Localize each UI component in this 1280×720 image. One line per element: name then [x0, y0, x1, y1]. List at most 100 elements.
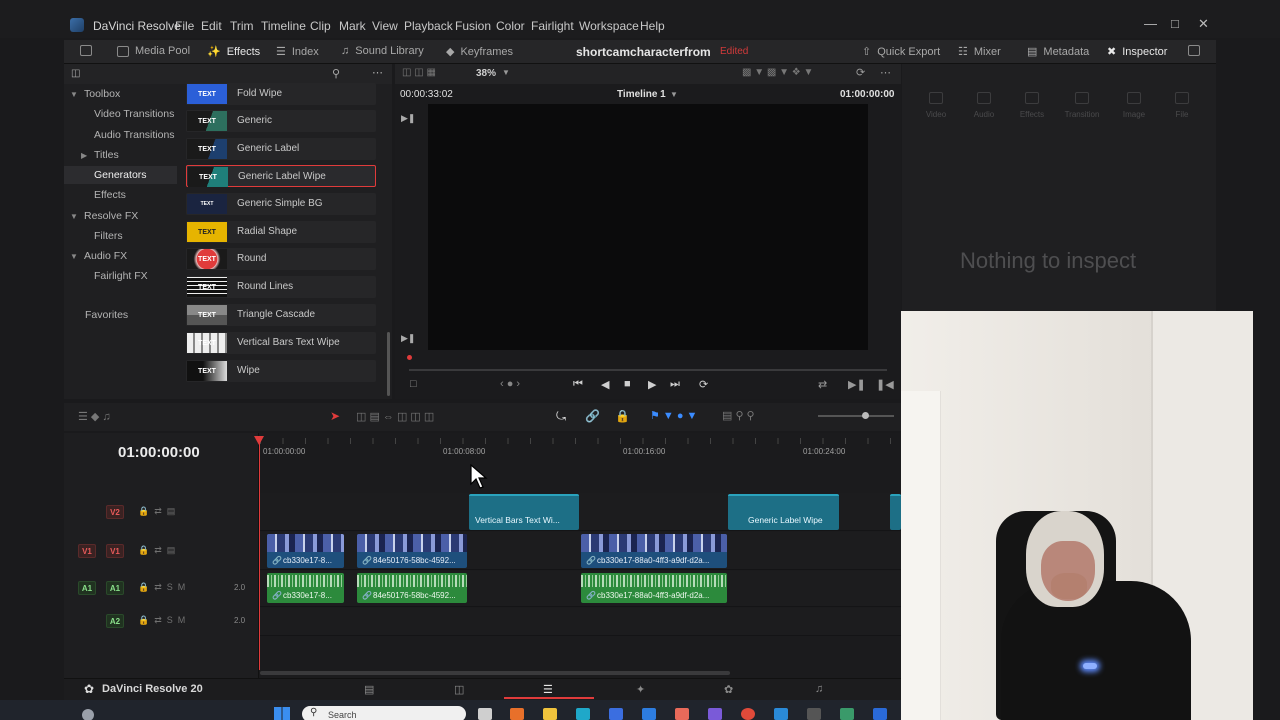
audio-tab-icon[interactable]	[977, 92, 991, 104]
quick-export-button[interactable]: ⇧ Quick Export	[862, 45, 940, 59]
clip-video-2[interactable]: 🔗 84e50176-58bc-4592...	[357, 534, 467, 568]
app-icon[interactable]	[774, 708, 788, 720]
last-frame-icon[interactable]: ⏭	[670, 378, 680, 391]
index-button[interactable]: ☰ Index	[276, 45, 319, 59]
tab-effects[interactable]: Effects	[1010, 110, 1054, 119]
effect-item-wipe[interactable]: TEXT Wipe	[186, 360, 376, 382]
sync-icon[interactable]: ⟳	[856, 66, 865, 79]
clip-audio-2[interactable]: 🔗 84e50176-58bc-4592...	[357, 573, 467, 603]
timeline-view-icon[interactable]: ☰ ◆ ♫	[78, 410, 111, 423]
chevron-down-icon[interactable]: ▼	[70, 252, 78, 261]
track-a1-label[interactable]: A1	[106, 581, 124, 595]
effect-item-generic-simple-bg[interactable]: TEXT Generic Simple BG	[186, 193, 376, 215]
zoom-slider-handle[interactable]	[862, 412, 869, 419]
keyframes-button[interactable]: ◆ Keyframes	[446, 45, 513, 59]
flag-icon[interactable]: ⚑ ▼ ● ▼	[650, 409, 697, 422]
taskbar-widget-icon[interactable]	[82, 709, 94, 720]
taskbar-search[interactable]: Search	[302, 706, 466, 720]
tree-favorites[interactable]: Favorites	[85, 309, 128, 321]
menu-edit[interactable]: Edit	[201, 19, 222, 33]
chrome-icon[interactable]	[741, 708, 755, 720]
sound-library-button[interactable]: ♫ Sound Library	[341, 45, 424, 57]
menu-workspace[interactable]: Workspace	[579, 19, 639, 33]
source-v1-label[interactable]: V1	[78, 544, 96, 558]
tree-generators[interactable]: Generators	[94, 169, 147, 181]
chevron-down-icon[interactable]: ▼	[670, 90, 678, 99]
clip-audio-3[interactable]: 🔗 cb330e17-88a0-4ff3-a9df-d2a...	[581, 573, 727, 603]
app-icon[interactable]	[840, 708, 854, 720]
library-scrollbar[interactable]	[387, 332, 390, 396]
menu-clip[interactable]: Clip	[310, 19, 331, 33]
tree-toolbox[interactable]: Toolbox	[84, 88, 120, 100]
effects-button[interactable]: ✨ Effects	[207, 45, 260, 59]
zoom-dropdown[interactable]: 38%	[476, 68, 496, 79]
fusion-page-icon[interactable]: ✦	[636, 683, 645, 696]
clip-title-partial[interactable]	[890, 494, 901, 530]
chevron-down-icon[interactable]: ▼	[70, 90, 78, 99]
track-v1-controls-icon[interactable]: 🔒 ⇄ ▤	[138, 545, 175, 556]
effect-item-round[interactable]: TEXT Round	[186, 248, 376, 270]
edge-icon[interactable]	[576, 708, 590, 720]
timeline-selector[interactable]: Timeline 1	[617, 89, 666, 100]
media-pool-button[interactable]: Media Pool	[117, 45, 190, 57]
menu-color[interactable]: Color	[496, 19, 525, 33]
menu-mark[interactable]: Mark	[339, 19, 366, 33]
loop-icon[interactable]: ⟳	[699, 378, 708, 391]
more-options-icon[interactable]: ⋯	[372, 66, 383, 79]
cut-page-icon[interactable]: ◫	[454, 683, 464, 696]
tree-fairlight-fx[interactable]: Fairlight FX	[94, 270, 148, 282]
color-page-icon[interactable]: ✿	[724, 683, 733, 696]
clip-video-1[interactable]: 🔗 cb330e17-8...	[267, 534, 344, 568]
match-frame-icon[interactable]: ⇄	[818, 378, 827, 391]
effect-item-triangle-cascade[interactable]: TEXT Triangle Cascade	[186, 304, 376, 326]
search-icon[interactable]: ⚲	[332, 67, 340, 80]
next-edit-icon[interactable]: ▶❚	[848, 378, 866, 391]
app-icon[interactable]	[642, 708, 656, 720]
clip-title-generic-label-wipe[interactable]: Generic Label Wipe	[728, 494, 839, 530]
transition-tab-icon[interactable]	[1075, 92, 1089, 104]
timeline-ruler[interactable]	[260, 438, 901, 444]
effect-item-radial-shape[interactable]: TEXT Radial Shape	[186, 221, 376, 243]
menu-help[interactable]: Help	[640, 19, 665, 33]
reverse-play-icon[interactable]: ◀	[601, 378, 609, 391]
edit-page-icon[interactable]: ☰	[543, 683, 553, 696]
file-explorer-icon[interactable]	[543, 708, 557, 720]
link-icon[interactable]: 🔗	[585, 409, 600, 423]
menu-trim[interactable]: Trim	[230, 19, 254, 33]
media-page-icon[interactable]: ▤	[364, 683, 374, 696]
jog-icon[interactable]: ‹ ● ›	[500, 378, 520, 390]
sidebar-toggle-icon[interactable]: ◫	[71, 68, 80, 79]
effect-item-generic-label[interactable]: TEXT Generic Label	[186, 138, 376, 160]
metadata-button[interactable]: ▤ Metadata	[1027, 45, 1089, 59]
effect-item-vertical-bars-text-wipe[interactable]: TEXT Vertical Bars Text Wipe	[186, 332, 376, 354]
prev-edit-icon[interactable]: ❚◀	[876, 378, 894, 391]
play-icon[interactable]: ▶	[648, 378, 656, 391]
track-v2-label[interactable]: V2	[106, 505, 124, 519]
app-icon[interactable]	[708, 708, 722, 720]
effect-item-round-lines[interactable]: TEXT Round Lines	[186, 276, 376, 298]
skip-to-start-icon[interactable]: ▶❚	[401, 113, 415, 124]
selection-tool-icon[interactable]: ➤	[330, 409, 340, 423]
viewer-layout-icon[interactable]: ◫ ◫ ▦	[402, 67, 436, 78]
expand-icon[interactable]	[1188, 45, 1200, 56]
skip-to-end-icon[interactable]: ▶❚	[401, 333, 415, 344]
snapping-icon[interactable]: ⤿	[556, 409, 566, 424]
video-tab-icon[interactable]	[929, 92, 943, 104]
tree-audio-transitions[interactable]: Audio Transitions	[94, 129, 175, 141]
timeline-scrollbar[interactable]	[260, 671, 730, 675]
track-v2-controls-icon[interactable]: 🔒 ⇄ ▤	[138, 506, 175, 517]
app-icon[interactable]	[873, 708, 887, 720]
mixer-button[interactable]: ☷ Mixer	[958, 45, 1001, 59]
clip-video-3[interactable]: 🔗 cb330e17-88a0-4ff3-a9df-d2a...	[581, 534, 727, 568]
stop-icon[interactable]: ■	[624, 378, 631, 390]
clip-audio-1[interactable]: 🔗 cb330e17-8...	[267, 573, 344, 603]
tree-audio-fx[interactable]: Audio FX	[84, 250, 127, 262]
playhead-handle[interactable]	[254, 436, 264, 445]
track-a2-label[interactable]: A2	[106, 614, 124, 628]
app-icon[interactable]	[807, 708, 821, 720]
maximize-icon[interactable]: □	[1171, 16, 1179, 31]
lock-icon[interactable]: 🔒	[615, 409, 630, 423]
effect-item-generic-label-wipe[interactable]: TEXT Generic Label Wipe	[186, 165, 376, 187]
tree-resolve-fx[interactable]: Resolve FX	[84, 210, 138, 222]
menu-file[interactable]: File	[175, 19, 194, 33]
